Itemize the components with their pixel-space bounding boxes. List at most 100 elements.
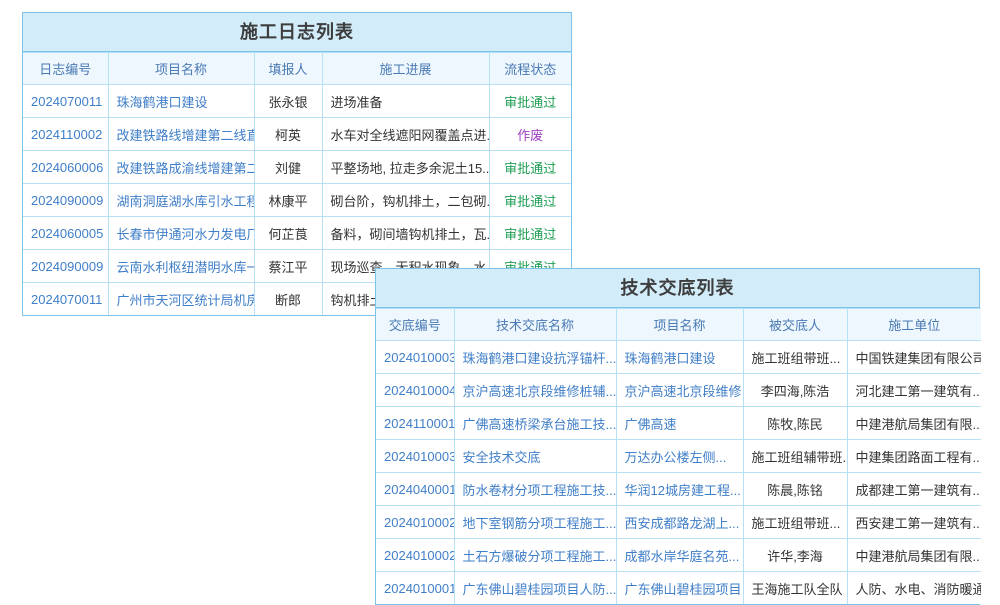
project-name-cell[interactable]: 珠海鹤港口建设 — [616, 341, 743, 374]
receiver-cell: 许华,李海 — [743, 539, 847, 572]
disclosure-id-cell[interactable]: 2024040001 — [376, 473, 454, 506]
project-name-cell[interactable]: 西安成都路龙湖上... — [616, 506, 743, 539]
unit-cell: 中建港航局集团有限... — [847, 407, 981, 440]
construction-log-title: 施工日志列表 — [23, 13, 571, 52]
table-row[interactable]: 2024060006改建铁路成渝线增建第二...刘健平整场地, 拉走多余泥土15… — [23, 151, 571, 184]
col-header-project-name: 项目名称 — [616, 309, 743, 341]
unit-cell: 中建集团路面工程有... — [847, 440, 981, 473]
project-name-cell[interactable]: 长春市伊通河水力发电厂... — [108, 217, 254, 250]
disclosure-name-cell[interactable]: 广佛高速桥梁承台施工技... — [454, 407, 616, 440]
col-header-progress: 施工进展 — [322, 53, 489, 85]
log-id-cell[interactable]: 2024090009 — [23, 184, 108, 217]
log-id-cell[interactable]: 2024110002 — [23, 118, 108, 151]
progress-cell: 备料，砌间墙钩机排土，瓦... — [322, 217, 489, 250]
table-row[interactable]: 2024070011珠海鹤港口建设张永银进场准备审批通过 — [23, 85, 571, 118]
project-name-cell[interactable]: 京沪高速北京段维修 — [616, 374, 743, 407]
disclosure-id-cell[interactable]: 2024010002 — [376, 539, 454, 572]
disclosure-id-cell[interactable]: 2024010004 — [376, 374, 454, 407]
disclosure-name-cell[interactable]: 安全技术交底 — [454, 440, 616, 473]
disclosure-table-header-row: 交底编号 技术交底名称 项目名称 被交底人 施工单位 — [376, 309, 981, 341]
project-name-cell[interactable]: 广东佛山碧桂园项目 — [616, 572, 743, 605]
disclosure-id-cell[interactable]: 2024010002 — [376, 506, 454, 539]
disclosure-name-cell[interactable]: 京沪高速北京段维修桩辅... — [454, 374, 616, 407]
tech-disclosure-panel: 技术交底列表 交底编号 技术交底名称 项目名称 被交底人 施工单位 202401… — [375, 268, 980, 605]
col-header-disclosure-name: 技术交底名称 — [454, 309, 616, 341]
status-badge: 作废 — [489, 118, 571, 151]
receiver-cell: 施工班组带班... — [743, 506, 847, 539]
tech-disclosure-table: 交底编号 技术交底名称 项目名称 被交底人 施工单位 2024010003珠海鹤… — [376, 308, 981, 604]
unit-cell: 中建港航局集团有限... — [847, 539, 981, 572]
log-id-cell[interactable]: 2024060005 — [23, 217, 108, 250]
log-id-cell[interactable]: 2024060006 — [23, 151, 108, 184]
table-row[interactable]: 2024090009湖南洞庭湖水库引水工程...林康平砌台阶，钩机排土，二包砌.… — [23, 184, 571, 217]
col-header-reporter: 填报人 — [254, 53, 322, 85]
disclosure-id-cell[interactable]: 2024010003 — [376, 440, 454, 473]
status-badge: 审批通过 — [489, 151, 571, 184]
log-id-cell[interactable]: 2024070011 — [23, 85, 108, 118]
reporter-cell: 刘健 — [254, 151, 322, 184]
receiver-cell: 陈牧,陈民 — [743, 407, 847, 440]
disclosure-id-cell[interactable]: 2024110001 — [376, 407, 454, 440]
reporter-cell: 断郎 — [254, 283, 322, 316]
unit-cell: 人防、水电、消防暖通... — [847, 572, 981, 605]
receiver-cell: 施工班组辅带班... — [743, 440, 847, 473]
disclosure-id-cell[interactable]: 2024010001 — [376, 572, 454, 605]
status-badge: 审批通过 — [489, 217, 571, 250]
col-header-project-name: 项目名称 — [108, 53, 254, 85]
project-name-cell[interactable]: 珠海鹤港口建设 — [108, 85, 254, 118]
table-row[interactable]: 2024010002地下室钢筋分项工程施工...西安成都路龙湖上...施工班组带… — [376, 506, 981, 539]
tech-disclosure-title: 技术交底列表 — [376, 269, 979, 308]
unit-cell: 中国铁建集团有限公司 — [847, 341, 981, 374]
col-header-log-id: 日志编号 — [23, 53, 108, 85]
reporter-cell: 林康平 — [254, 184, 322, 217]
unit-cell: 成都建工第一建筑有... — [847, 473, 981, 506]
table-row[interactable]: 2024110001广佛高速桥梁承台施工技...广佛高速陈牧,陈民中建港航局集团… — [376, 407, 981, 440]
disclosure-name-cell[interactable]: 广东佛山碧桂园项目人防... — [454, 572, 616, 605]
table-row[interactable]: 2024060005长春市伊通河水力发电厂...何芷莨备料，砌间墙钩机排土，瓦.… — [23, 217, 571, 250]
disclosure-name-cell[interactable]: 珠海鹤港口建设抗浮锚杆... — [454, 341, 616, 374]
progress-cell: 水车对全线遮阳网覆盖点进... — [322, 118, 489, 151]
table-row[interactable]: 2024010002土石方爆破分项工程施工...成都水岸华庭名苑...许华,李海… — [376, 539, 981, 572]
col-header-status: 流程状态 — [489, 53, 571, 85]
progress-cell: 砌台阶，钩机排土，二包砌... — [322, 184, 489, 217]
receiver-cell: 陈晨,陈铭 — [743, 473, 847, 506]
project-name-cell[interactable]: 改建铁路成渝线增建第二... — [108, 151, 254, 184]
table-row[interactable]: 2024010004京沪高速北京段维修桩辅...京沪高速北京段维修李四海,陈浩河… — [376, 374, 981, 407]
project-name-cell[interactable]: 广州市天河区统计局机房... — [108, 283, 254, 316]
reporter-cell: 何芷莨 — [254, 217, 322, 250]
disclosure-id-cell[interactable]: 2024010003 — [376, 341, 454, 374]
progress-cell: 进场准备 — [322, 85, 489, 118]
disclosure-name-cell[interactable]: 防水卷材分项工程施工技... — [454, 473, 616, 506]
project-name-cell[interactable]: 成都水岸华庭名苑... — [616, 539, 743, 572]
log-id-cell[interactable]: 2024090009 — [23, 250, 108, 283]
unit-cell: 河北建工第一建筑有... — [847, 374, 981, 407]
table-row[interactable]: 2024010001广东佛山碧桂园项目人防...广东佛山碧桂园项目王海施工队全队… — [376, 572, 981, 605]
project-name-cell[interactable]: 广佛高速 — [616, 407, 743, 440]
table-row[interactable]: 2024110002改建铁路线增建第二线直...柯英水车对全线遮阳网覆盖点进..… — [23, 118, 571, 151]
table-row[interactable]: 2024040001防水卷材分项工程施工技...华润12城房建工程...陈晨,陈… — [376, 473, 981, 506]
col-header-unit: 施工单位 — [847, 309, 981, 341]
disclosure-name-cell[interactable]: 地下室钢筋分项工程施工... — [454, 506, 616, 539]
project-name-cell[interactable]: 万达办公楼左侧... — [616, 440, 743, 473]
project-name-cell[interactable]: 改建铁路线增建第二线直... — [108, 118, 254, 151]
project-name-cell[interactable]: 湖南洞庭湖水库引水工程... — [108, 184, 254, 217]
status-badge: 审批通过 — [489, 85, 571, 118]
unit-cell: 西安建工第一建筑有... — [847, 506, 981, 539]
receiver-cell: 施工班组带班... — [743, 341, 847, 374]
progress-cell: 平整场地, 拉走多余泥土15... — [322, 151, 489, 184]
log-id-cell[interactable]: 2024070011 — [23, 283, 108, 316]
receiver-cell: 李四海,陈浩 — [743, 374, 847, 407]
table-row[interactable]: 2024010003珠海鹤港口建设抗浮锚杆...珠海鹤港口建设施工班组带班...… — [376, 341, 981, 374]
status-badge: 审批通过 — [489, 184, 571, 217]
col-header-receiver: 被交底人 — [743, 309, 847, 341]
project-name-cell[interactable]: 华润12城房建工程... — [616, 473, 743, 506]
reporter-cell: 柯英 — [254, 118, 322, 151]
reporter-cell: 张永银 — [254, 85, 322, 118]
disclosure-name-cell[interactable]: 土石方爆破分项工程施工... — [454, 539, 616, 572]
reporter-cell: 蔡江平 — [254, 250, 322, 283]
log-table-header-row: 日志编号 项目名称 填报人 施工进展 流程状态 — [23, 53, 571, 85]
project-name-cell[interactable]: 云南水利枢纽潜明水库一... — [108, 250, 254, 283]
table-row[interactable]: 2024010003安全技术交底万达办公楼左侧...施工班组辅带班...中建集团… — [376, 440, 981, 473]
receiver-cell: 王海施工队全队 — [743, 572, 847, 605]
col-header-disclosure-id: 交底编号 — [376, 309, 454, 341]
